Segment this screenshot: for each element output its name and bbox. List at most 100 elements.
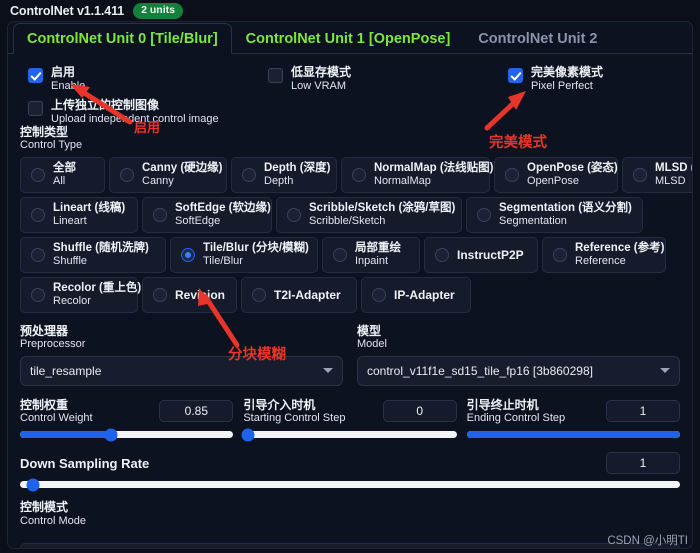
control-type-scribble-sketch[interactable]: Scribble/Sketch (涂鸦/草图) Scribble/Sketch (276, 196, 462, 233)
control-type-reference[interactable]: Reference (参考) Reference (542, 236, 666, 273)
slider-knob[interactable] (26, 478, 40, 492)
slider-fill (20, 431, 111, 439)
control-type-label: Revision (175, 287, 226, 302)
control-type-depth[interactable]: Depth (深度) Depth (231, 156, 337, 193)
control-type-segmentation[interactable]: Segmentation (语义分割) Segmentation (466, 196, 643, 233)
radio-icon[interactable] (633, 167, 647, 182)
radio-icon[interactable] (477, 207, 491, 222)
down-sampling-rate-input[interactable]: 1 (606, 452, 680, 475)
checkbox-low-vram[interactable]: 低显存模式 Low VRAM (268, 65, 351, 93)
preprocessor-dropdown[interactable]: tile_resample (20, 355, 343, 386)
ending-step-label-cn: 引导终止时机 (466, 397, 539, 412)
down-sampling-rate-slider[interactable] (20, 478, 680, 492)
model-dropdown[interactable]: control_v11f1e_sd15_tile_fp16 [3b860298] (357, 355, 680, 386)
control-type-label-en: OpenPose (527, 175, 579, 188)
control-type-openpose[interactable]: OpenPose (姿态) OpenPose (494, 156, 618, 193)
checkbox-enable-label-cn: 启用 (51, 65, 76, 79)
control-type-recolor[interactable]: Recolor (重上色) Recolor (20, 276, 142, 313)
checkbox-icon-unchecked[interactable] (28, 101, 43, 116)
control-type-label-en: Depth (264, 175, 294, 188)
control-mode-options-strip[interactable] (20, 543, 680, 548)
control-type-lineart[interactable]: Lineart (线稿) Lineart (20, 196, 138, 233)
ending-step-slider[interactable] (466, 431, 680, 439)
control-weight-field: 控制权重 Control Weight 0.85 (20, 398, 234, 442)
radio-icon[interactable] (333, 247, 347, 262)
control-type-all[interactable]: 全部 All (20, 156, 105, 193)
starting-step-input[interactable]: 0 (382, 400, 457, 423)
panel-body: 启用 Enable 低显存模式 Low VRAM 完美像素模式 Pixel Pe… (8, 54, 692, 548)
starting-control-step-field: 引导介入时机 Starting Control Step 0 (241, 398, 457, 442)
checkbox-pixel-perfect-label-cn: 完美像素模式 (531, 65, 604, 79)
chevron-down-icon[interactable] (660, 368, 670, 373)
radio-icon[interactable] (153, 207, 167, 222)
control-type-label-en: NormalMap (374, 175, 431, 188)
control-type-label-cn: Tile/Blur (分块/模糊) (203, 242, 309, 255)
radio-icon-selected[interactable] (181, 247, 195, 262)
slider-knob[interactable] (241, 428, 255, 442)
checkbox-upload-independent-label-en: Upload independent control image (51, 113, 219, 126)
tab-controlnet-unit-0[interactable]: ControlNet Unit 0 [Tile/Blur] (13, 23, 232, 54)
radio-icon[interactable] (31, 287, 45, 302)
tab-controlnet-unit-2[interactable]: ControlNet Unit 2 (464, 23, 611, 54)
radio-icon[interactable] (31, 167, 45, 182)
radio-icon[interactable] (242, 167, 256, 182)
checkbox-upload-independent-control-image[interactable]: 上传独立的控制图像 Upload independent control ima… (28, 98, 219, 126)
radio-icon[interactable] (372, 287, 386, 302)
chevron-down-icon[interactable] (323, 368, 333, 373)
radio-icon[interactable] (435, 247, 449, 262)
control-type-softedge[interactable]: SoftEdge (软边缘) SoftEdge (142, 196, 272, 233)
checkbox-pixel-perfect[interactable]: 完美像素模式 Pixel Perfect (508, 65, 604, 93)
radio-icon[interactable] (287, 207, 301, 222)
control-type-label-cn: Recolor (重上色) (53, 282, 142, 295)
model-label-en: Model (357, 338, 387, 351)
checkbox-icon-checked[interactable] (28, 68, 43, 83)
radio-icon[interactable] (352, 167, 366, 182)
checkbox-icon-unchecked[interactable] (268, 68, 283, 83)
control-type-label-cn: Canny (硬边缘) (142, 162, 223, 175)
control-type-canny[interactable]: Canny (硬边缘) Canny (109, 156, 227, 193)
control-type-tile-blur[interactable]: Tile/Blur (分块/模糊) Tile/Blur (170, 236, 318, 273)
control-type-ip-adapter[interactable]: IP-Adapter (361, 276, 471, 313)
control-type-mlsd[interactable]: MLSD (直线) MLSD (622, 156, 692, 193)
radio-icon[interactable] (31, 207, 45, 222)
preprocessor-value: tile_resample (30, 363, 102, 378)
starting-step-slider[interactable] (241, 428, 457, 442)
control-type-shuffle[interactable]: Shuffle (随机洗牌) Shuffle (20, 236, 166, 273)
control-mode-section: 控制模式 Control Mode (20, 500, 680, 527)
preprocessor-section-label: 预处理器 Preprocessor (20, 324, 343, 351)
radio-icon[interactable] (153, 287, 167, 302)
controlnet-panel-screenshot: ControlNet v1.1.411 2 units ControlNet U… (0, 0, 700, 553)
radio-icon[interactable] (252, 287, 266, 302)
control-weight-slider[interactable] (20, 428, 234, 442)
app-header: ControlNet v1.1.411 2 units (10, 2, 183, 20)
control-type-t2i-adapter[interactable]: T2I-Adapter (241, 276, 357, 313)
control-type-inpaint[interactable]: 局部重绘 Inpaint (322, 236, 420, 273)
radio-icon[interactable] (505, 167, 519, 182)
radio-icon[interactable] (120, 167, 134, 182)
control-type-label-cn: 全部 (53, 162, 76, 175)
preprocessor-model-row: 预处理器 Preprocessor tile_resample 模型 Model… (20, 324, 680, 386)
checkbox-icon-checked[interactable] (508, 68, 523, 83)
control-type-revision[interactable]: Revision (142, 276, 237, 313)
checkbox-upload-independent-label-cn: 上传独立的控制图像 (51, 98, 160, 112)
checkbox-enable-label-en: Enable (51, 80, 86, 93)
control-type-label: T2I-Adapter (274, 287, 341, 302)
radio-icon[interactable] (553, 247, 567, 262)
control-sliders-row: 控制权重 Control Weight 0.85 引导介入时机 Starting… (20, 397, 680, 442)
control-type-label: IP-Adapter (394, 287, 455, 302)
control-type-normalmap[interactable]: NormalMap (法线贴图) NormalMap (341, 156, 493, 193)
page-title: ControlNet v1.1.411 (10, 4, 125, 18)
control-type-label-en: Tile/Blur (203, 255, 243, 268)
control-type-label-cn: Lineart (线稿) (53, 202, 126, 215)
ending-step-input[interactable]: 1 (605, 400, 680, 423)
model-field: 模型 Model control_v11f1e_sd15_tile_fp16 [… (357, 324, 680, 386)
tab-controlnet-unit-1[interactable]: ControlNet Unit 1 [OpenPose] (232, 23, 465, 54)
control-type-label-cn: Shuffle (随机洗牌) (53, 242, 149, 255)
control-type-instructp2p[interactable]: InstructP2P (424, 236, 538, 273)
slider-knob[interactable] (104, 428, 118, 442)
control-weight-input[interactable]: 0.85 (159, 400, 234, 423)
radio-icon[interactable] (31, 247, 45, 262)
checkbox-enable[interactable]: 启用 Enable (28, 65, 86, 93)
down-sampling-rate-label: Down Sampling Rate (20, 455, 150, 471)
preprocessor-label-en: Preprocessor (20, 338, 86, 351)
